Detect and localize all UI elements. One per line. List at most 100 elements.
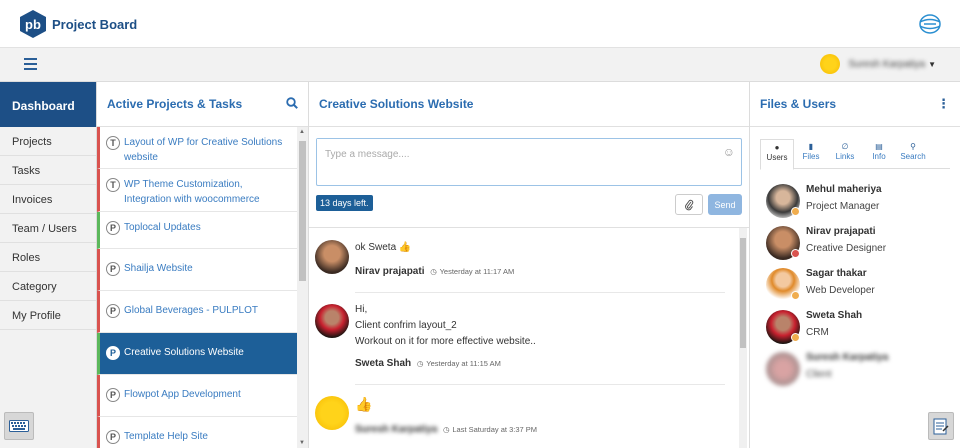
project-label: Shailja Website: [124, 263, 193, 274]
user-name: Sweta Shah: [806, 310, 863, 321]
tab-info[interactable]: ▤ Info: [862, 139, 896, 168]
app-logo[interactable]: pb Project Board: [20, 10, 137, 38]
files-tabs: ● Users ▮ Files ∅ Links ▤ Info ⚲ Search: [760, 139, 950, 170]
message: 👍 Suresh Karpatiya ◷ Last Saturday at 3:…: [309, 392, 737, 448]
caret-down-icon: ▼: [928, 59, 936, 69]
project-item[interactable]: P Toplocal Updates: [97, 212, 297, 249]
message-input[interactable]: [317, 139, 707, 179]
clock-icon: ◷: [443, 425, 450, 434]
top-header: pb Project Board: [0, 0, 960, 48]
project-badge: P: [106, 221, 120, 235]
user-role: CRM: [806, 327, 829, 338]
scroll-up-icon[interactable]: ▲: [299, 129, 305, 135]
status-dot: [791, 249, 800, 258]
more-vertical-icon[interactable]: ⋮: [937, 96, 950, 112]
toolbar: Suresh Karpatiya ▼: [0, 48, 960, 82]
project-badge: P: [106, 262, 120, 276]
menu-toggle-icon[interactable]: [24, 58, 37, 70]
project-label: Global Beverages - PULPLOT: [124, 305, 258, 316]
user-name: Nirav prajapati: [806, 226, 876, 237]
notes-icon[interactable]: [928, 412, 954, 440]
search-icon[interactable]: [286, 96, 298, 112]
project-label: Toplocal Updates: [124, 222, 201, 233]
user-item[interactable]: Sweta Shah CRM: [766, 308, 956, 350]
keyboard-icon[interactable]: [4, 412, 34, 440]
message-time: Yesterday at 11:15 AM: [426, 359, 501, 368]
send-button[interactable]: Send: [708, 194, 742, 215]
files-title: Files & Users: [760, 97, 837, 111]
projects-scrollbar[interactable]: ▲ ▼: [297, 127, 308, 448]
projects-title: Active Projects & Tasks: [107, 97, 243, 111]
user-item[interactable]: Sagar thakar Web Developer: [766, 266, 956, 308]
user-role: Project Manager: [806, 201, 880, 212]
projects-scroll-thumb[interactable]: [299, 141, 306, 281]
project-item[interactable]: P Template Help Site: [97, 417, 297, 448]
tab-label: Users: [766, 153, 788, 162]
user-avatar: [820, 54, 841, 74]
clock-icon: ◷: [416, 359, 424, 368]
divider: [355, 292, 725, 293]
status-dot: [791, 207, 800, 216]
tab-users[interactable]: ● Users: [760, 139, 794, 170]
app-title: Project Board: [52, 16, 138, 32]
message: ok Sweta 👍 Nirav prajapati ◷ Yesterday a…: [309, 236, 737, 292]
message-text: 👍: [355, 396, 373, 412]
user-menu[interactable]: Suresh Karpatiya ▼: [820, 54, 936, 74]
project-badge: P: [106, 346, 120, 360]
link-icon: ∅: [841, 142, 849, 151]
tab-search[interactable]: ⚲ Search: [896, 139, 930, 168]
project-item[interactable]: T WP Theme Customization, Integration wi…: [97, 169, 297, 212]
chat-panel: Creative Solutions Website ☺ 13 days lef…: [309, 82, 750, 448]
sidebar-item-my-profile[interactable]: My Profile: [0, 301, 96, 330]
tab-label: Info: [872, 152, 886, 161]
sidebar-item-invoices[interactable]: Invoices: [0, 185, 96, 214]
sidebar-item-tasks[interactable]: Tasks: [0, 156, 96, 185]
project-item[interactable]: P Global Beverages - PULPLOT: [97, 291, 297, 333]
user-role: Client: [806, 369, 832, 380]
attach-button[interactable]: [675, 194, 703, 215]
sidebar-item-team-users[interactable]: Team / Users: [0, 214, 96, 243]
chat-scroll-thumb[interactable]: [740, 238, 746, 348]
days-left-badge: 13 days left.: [316, 195, 373, 211]
status-dot: [791, 291, 800, 300]
globe-icon[interactable]: [918, 13, 942, 38]
message-text: Hi,: [355, 304, 368, 315]
projects-panel: Active Projects & Tasks T Layout of WP f…: [97, 82, 309, 448]
emoji-icon[interactable]: ☺: [723, 145, 735, 159]
project-badge: P: [106, 304, 120, 318]
message-author: Sweta Shah: [355, 358, 412, 369]
sidebar-item-category[interactable]: Category: [0, 272, 96, 301]
chat-scrollbar[interactable]: [739, 228, 747, 448]
project-item[interactable]: T Layout of WP for Creative Solutions we…: [97, 127, 297, 169]
tab-files[interactable]: ▮ Files: [794, 139, 828, 168]
message-text: Client confrim layout_2: [355, 320, 457, 331]
tab-label: Search: [900, 152, 926, 161]
avatar: [315, 396, 349, 430]
message-meta: Nirav prajapati ◷ Yesterday at 11:17 AM: [355, 264, 514, 280]
project-item[interactable]: P Flowpot App Development: [97, 375, 297, 417]
avatar: [315, 304, 349, 338]
project-label: Flowpot App Development: [124, 389, 241, 400]
message: Hi, Client confrim layout_2 Workout on i…: [309, 300, 737, 380]
tab-links[interactable]: ∅ Links: [828, 139, 862, 168]
chat-header: Creative Solutions Website: [309, 82, 749, 127]
search-icon: ⚲: [910, 142, 916, 151]
task-badge: T: [106, 178, 120, 192]
user-item[interactable]: Nirav prajapati Creative Designer: [766, 224, 956, 266]
task-badge: T: [106, 136, 120, 150]
project-item[interactable]: P Shailja Website: [97, 249, 297, 291]
user-name: Mehul maheriya: [806, 184, 882, 195]
status-dot: [791, 333, 800, 342]
sidebar-item-projects[interactable]: Projects: [0, 127, 96, 156]
project-item-active[interactable]: P Creative Solutions Website: [97, 333, 297, 375]
user-item[interactable]: Mehul maheriya Project Manager: [766, 182, 956, 224]
message-text: ok Sweta 👍: [355, 242, 412, 253]
avatar: [766, 352, 800, 386]
sidebar-item-roles[interactable]: Roles: [0, 243, 96, 272]
user-item[interactable]: Suresh Karpatiya Client: [766, 350, 956, 392]
message-text: Workout on it for more effective website…: [355, 336, 536, 347]
scroll-down-icon[interactable]: ▼: [299, 440, 305, 446]
file-icon: ▮: [808, 142, 814, 151]
project-label: Template Help Site: [124, 431, 208, 442]
sidebar-item-dashboard[interactable]: Dashboard: [0, 82, 96, 127]
